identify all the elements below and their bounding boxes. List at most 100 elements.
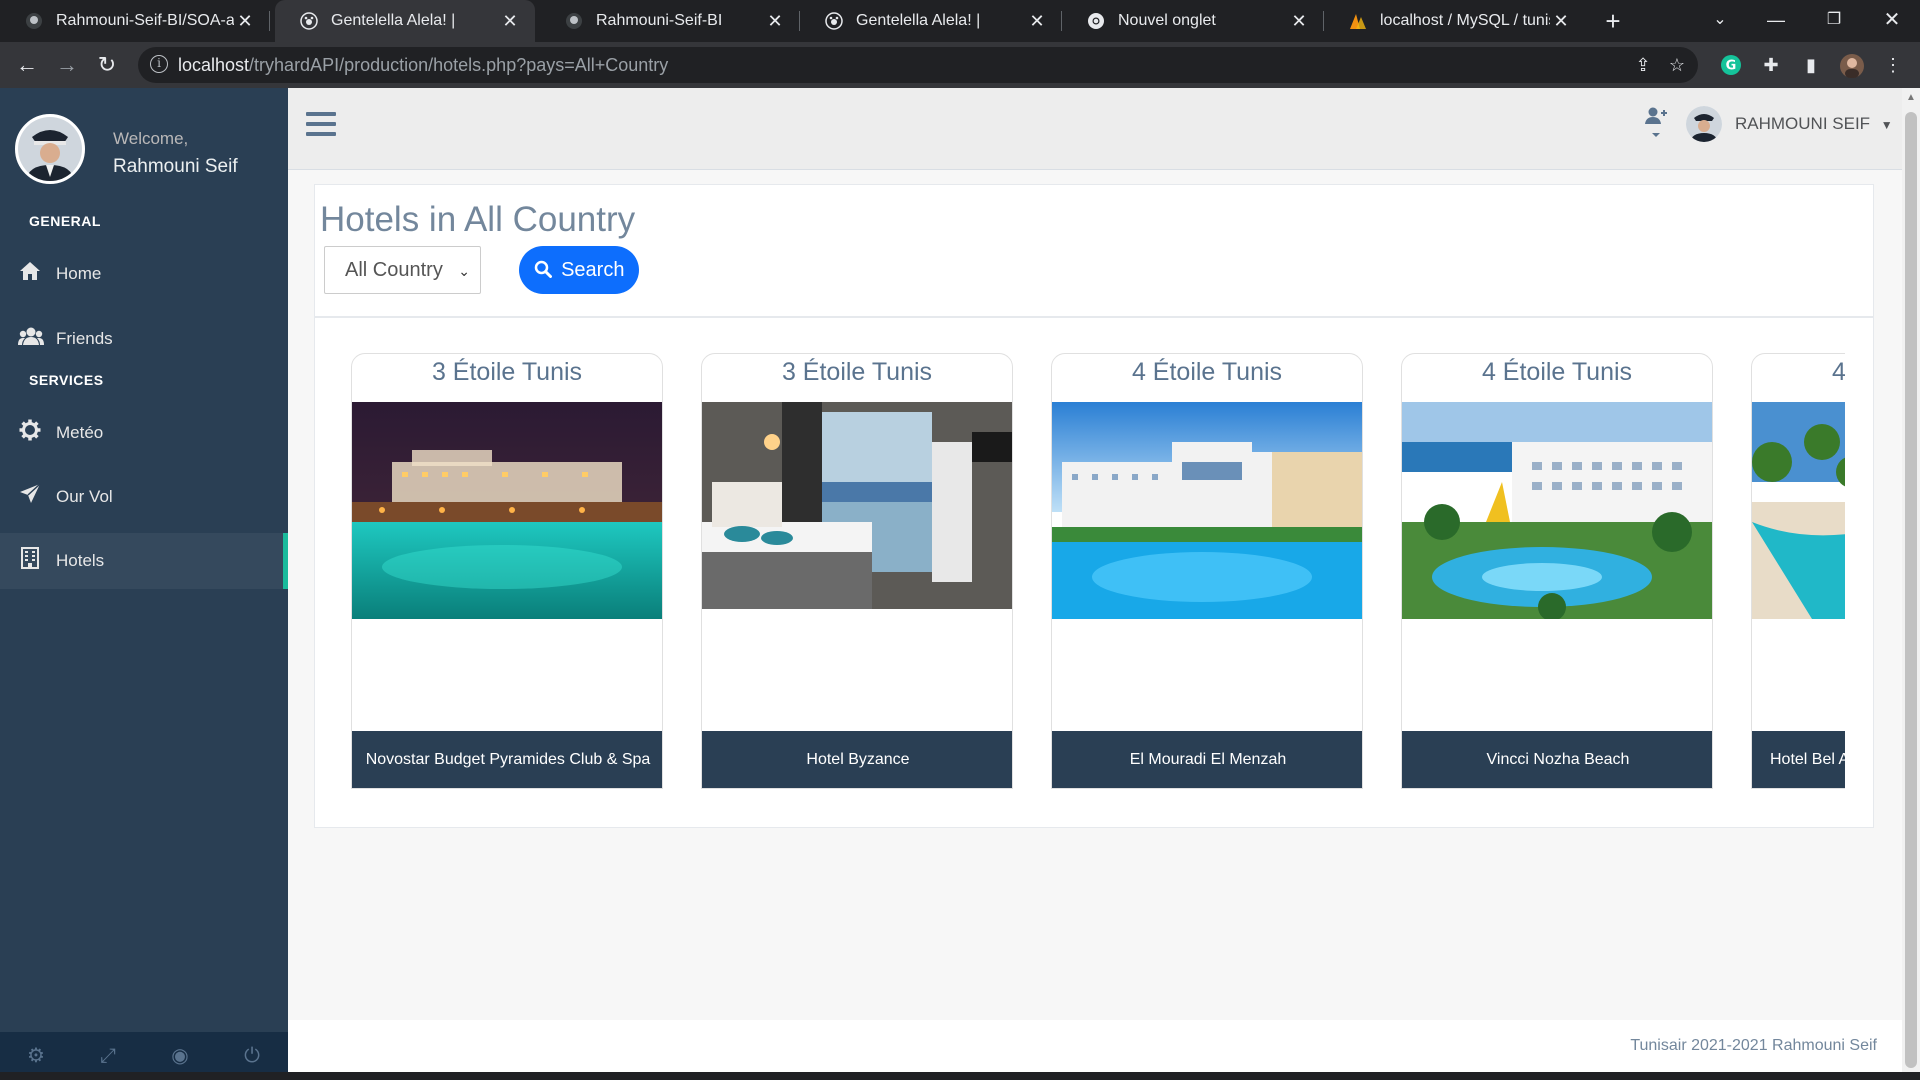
country-select[interactable]: All Country ⌄ bbox=[324, 246, 481, 294]
hotel-cards: 3 Étoile Tunis Novostar Budget Pyramides… bbox=[351, 353, 1845, 793]
hotel-card[interactable]: 3 Étoile Tunis bbox=[351, 353, 663, 789]
share-icon[interactable]: ⇪ bbox=[1632, 54, 1654, 76]
hotel-name: El Mouradi El Menzah bbox=[1052, 731, 1362, 788]
minimize-icon[interactable]: — bbox=[1748, 0, 1804, 42]
svg-text:G: G bbox=[1726, 59, 1737, 74]
hotel-photo bbox=[352, 402, 662, 619]
restore-icon[interactable]: ❐ bbox=[1806, 0, 1862, 42]
profile-avatar bbox=[15, 114, 85, 184]
sidebar-item-friends[interactable]: Friends bbox=[0, 311, 288, 367]
site-info-icon[interactable]: i bbox=[150, 55, 168, 73]
hotel-photo bbox=[1052, 402, 1362, 619]
hotels-panel: Hotels in All Country All Country ⌄ Sear… bbox=[314, 184, 1874, 828]
tab-title: Rahmouni-Seif-BI/SOA-archi bbox=[56, 12, 234, 29]
sidebar-item-label: Friends bbox=[56, 329, 113, 348]
hotel-name: Novostar Budget Pyramides Club & Spa bbox=[352, 731, 662, 788]
country-select-value: All Country bbox=[345, 259, 443, 281]
vertical-scrollbar[interactable]: ▲ bbox=[1902, 88, 1920, 1072]
tab-title: Gentelella Alela! | bbox=[856, 12, 981, 29]
browser-tab[interactable]: Nouvel onglet ✕ bbox=[1062, 0, 1324, 42]
user-menu-dropdown[interactable]: RAHMOUNI SEIF ▼ bbox=[1735, 114, 1893, 134]
paw-icon bbox=[299, 11, 319, 31]
scrollbar-thumb[interactable] bbox=[1905, 112, 1917, 1068]
browser-tab-active[interactable]: Gentelella Alela! | ✕ bbox=[275, 0, 535, 42]
close-icon[interactable]: ✕ bbox=[1288, 11, 1310, 32]
url-text[interactable]: localhost/tryhardAPI/production/hotels.p… bbox=[178, 55, 668, 76]
github-icon bbox=[564, 11, 584, 31]
close-icon[interactable]: ✕ bbox=[764, 11, 786, 32]
sidebar-item-hotels[interactable]: Hotels bbox=[0, 533, 288, 589]
back-icon[interactable]: ← bbox=[12, 50, 42, 80]
tab-search-icon[interactable]: ⌄ bbox=[1692, 0, 1748, 42]
web-page: Welcome, Rahmouni Seif GENERAL Home Frie… bbox=[0, 88, 1920, 1080]
gear-icon bbox=[18, 419, 42, 447]
hotel-card[interactable]: 3 Étoile Tunis bbox=[701, 353, 1013, 789]
paw-icon bbox=[824, 11, 844, 31]
hotel-photo bbox=[702, 402, 1012, 619]
top-navigation: RAHMOUNI SEIF ▼ bbox=[288, 88, 1920, 170]
menu-toggle-icon[interactable] bbox=[306, 112, 336, 136]
hotel-category: 3 Étoile Tunis bbox=[781, 358, 933, 386]
grammarly-icon[interactable]: G bbox=[1720, 54, 1742, 76]
sidebar-item-label: Hotels bbox=[56, 551, 105, 570]
hotel-category: 3 Étoile Tunis bbox=[431, 358, 583, 386]
close-icon[interactable]: ✕ bbox=[1550, 11, 1572, 32]
reload-icon[interactable]: ↻ bbox=[92, 50, 122, 80]
hotel-card[interactable]: 4 Étoile Tunis El Mouradi El Menzah bbox=[1051, 353, 1363, 789]
welcome-text: Welcome, bbox=[113, 129, 189, 148]
close-icon[interactable]: ✕ bbox=[1026, 11, 1048, 32]
profile-name: Rahmouni Seif bbox=[113, 156, 238, 177]
browser-tab[interactable]: Gentelella Alela! | ✕ bbox=[800, 0, 1062, 42]
side-panel-icon[interactable]: ▮ bbox=[1800, 54, 1822, 76]
github-icon bbox=[24, 11, 44, 31]
search-icon bbox=[534, 259, 562, 281]
new-tab-button[interactable]: + bbox=[1598, 6, 1628, 36]
profile-avatar-icon[interactable] bbox=[1840, 54, 1864, 78]
hotel-category: 4 Étoile Tunis bbox=[1131, 358, 1283, 386]
hotel-photo bbox=[1402, 402, 1712, 619]
window-close-icon[interactable]: ✕ bbox=[1864, 0, 1920, 42]
hotel-category: 4 Étoile Tunis bbox=[1481, 358, 1633, 386]
sidebar-item-home[interactable]: Home bbox=[0, 246, 288, 302]
hotel-name: Hotel Bel Azur bbox=[1752, 731, 1845, 788]
browser-tab[interactable]: Rahmouni-Seif-BI/SOA-archi ✕ bbox=[0, 0, 270, 42]
sidebar-item-label: Home bbox=[56, 264, 102, 283]
add-friend-icon[interactable] bbox=[1644, 106, 1668, 145]
tab-title: Rahmouni-Seif-BI bbox=[596, 12, 723, 29]
search-button[interactable]: Search bbox=[519, 246, 639, 294]
scroll-up-icon[interactable]: ▲ bbox=[1902, 92, 1920, 103]
section-services: SERVICES bbox=[29, 372, 104, 388]
sidebar-item-meteo[interactable]: Metéo bbox=[0, 405, 288, 461]
window-bottom-edge bbox=[0, 1072, 1920, 1080]
close-icon[interactable]: ✕ bbox=[234, 11, 256, 32]
sidebar: Welcome, Rahmouni Seif GENERAL Home Frie… bbox=[0, 88, 288, 1080]
users-icon bbox=[18, 326, 44, 352]
chrome-menu-icon[interactable]: ⋮ bbox=[1882, 54, 1904, 76]
page-title: Hotels in All Country bbox=[320, 200, 636, 239]
caret-down-icon: ▼ bbox=[1880, 118, 1893, 132]
browser-tab[interactable]: Rahmouni-Seif-BI ✕ bbox=[540, 0, 800, 42]
search-label: Search bbox=[561, 259, 625, 281]
forward-icon[interactable]: → bbox=[52, 50, 82, 80]
address-bar[interactable]: i localhost/tryhardAPI/production/hotels… bbox=[138, 47, 1698, 83]
close-icon[interactable]: ✕ bbox=[499, 11, 521, 32]
user-menu-name: RAHMOUNI SEIF bbox=[1735, 114, 1871, 133]
browser-tab[interactable]: localhost / MySQL / tunisair ✕ bbox=[1324, 0, 1586, 42]
user-avatar[interactable] bbox=[1686, 106, 1722, 142]
extensions-icon[interactable]: ✚ bbox=[1760, 54, 1782, 76]
hotel-photo bbox=[1752, 402, 1845, 619]
chevron-down-icon: ⌄ bbox=[458, 263, 470, 279]
tab-title: Nouvel onglet bbox=[1118, 12, 1216, 29]
tab-title: localhost / MySQL / tunisair bbox=[1380, 12, 1550, 29]
hotel-card[interactable]: 4 Étoile Tunis Vincci Nozha Beach bbox=[1401, 353, 1713, 789]
browser-tab-bar: Rahmouni-Seif-BI/SOA-archi ✕ Gentelella … bbox=[0, 0, 1920, 42]
hotel-card[interactable]: 4 Étoile Tunis Hotel Bel Azur bbox=[1751, 353, 1845, 789]
page-footer: Tunisair 2021-2021 Rahmouni Seif bbox=[288, 1020, 1908, 1072]
sidebar-item-our-vol[interactable]: Our Vol bbox=[0, 469, 288, 525]
browser-toolbar: ← → ↻ i localhost/tryhardAPI/production/… bbox=[0, 42, 1920, 88]
sidebar-item-label: Our Vol bbox=[56, 487, 113, 506]
bookmark-star-icon[interactable]: ☆ bbox=[1666, 54, 1688, 76]
divider bbox=[315, 316, 1873, 318]
tab-title: Gentelella Alela! | bbox=[331, 12, 456, 29]
footer-text: Tunisair 2021-2021 Rahmouni Seif bbox=[1630, 1037, 1877, 1054]
